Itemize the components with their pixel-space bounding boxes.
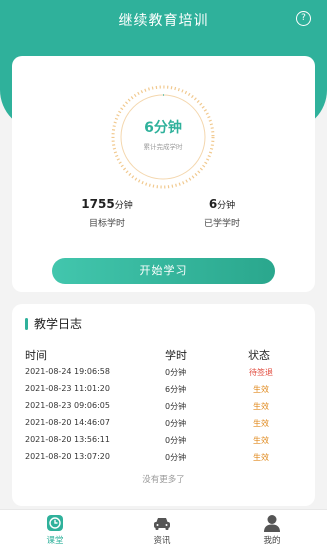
- user-icon: [264, 515, 280, 532]
- progress-ring-graphic: [111, 85, 215, 189]
- target-hours-label: 目标学时: [88, 219, 125, 229]
- row-time: 2021-08-23 11:01:20: [25, 384, 110, 393]
- completed-hours-value: 6分钟: [167, 197, 277, 211]
- row-time: 2021-08-20 14:46:07: [25, 418, 110, 427]
- row-hours: 0分钟: [165, 402, 187, 411]
- progress-label: 累计完成学时: [143, 143, 183, 151]
- page-title: 继续教育培训: [118, 13, 209, 29]
- completed-hours-unit: 分钟: [217, 201, 236, 211]
- column-header-time: 时间: [25, 349, 47, 362]
- row-status: 生效: [253, 385, 269, 394]
- table-row: 2021-08-20 13:07:20 0分钟 生效: [12, 452, 315, 468]
- table-row: 2021-08-24 19:06:58 0分钟 待签退: [12, 367, 315, 383]
- column-header-hours: 学时: [165, 349, 187, 362]
- no-more-text: 没有更多了: [142, 475, 185, 485]
- clock-icon: [47, 515, 63, 531]
- completed-hours-number: 6: [208, 197, 218, 211]
- tab-mine[interactable]: 我的: [242, 510, 302, 547]
- row-hours: 0分钟: [165, 419, 187, 428]
- tab-mine-label: 我的: [263, 536, 281, 546]
- target-hours-number: 1755: [81, 197, 115, 211]
- table-row: 2021-08-20 13:56:11 0分钟 生效: [12, 435, 315, 451]
- table-row: 2021-08-20 14:46:07 0分钟 生效: [12, 418, 315, 434]
- target-hours-unit: 分钟: [114, 201, 133, 211]
- row-time: 2021-08-20 13:07:20: [25, 452, 110, 461]
- tab-classroom[interactable]: 课堂: [25, 510, 85, 547]
- teaching-log-card: 教学日志 时间 学时 状态 2021-08-24 19:06:58 0分钟 待签…: [12, 304, 315, 506]
- teaching-log-title: 教学日志: [34, 317, 83, 331]
- target-hours-stat: 1755分钟 目标学时: [52, 197, 162, 229]
- car-icon: [154, 518, 170, 530]
- start-learning-button[interactable]: 开始学习: [52, 258, 275, 284]
- section-marker: [25, 318, 28, 330]
- progress-value: 6分钟: [144, 120, 182, 136]
- row-time: 2021-08-20 13:56:11: [25, 435, 110, 444]
- row-hours: 6分钟: [165, 385, 187, 394]
- progress-ring: 6分钟 累计完成学时: [109, 83, 217, 191]
- row-hours: 0分钟: [165, 436, 187, 445]
- help-circle-icon[interactable]: ?: [296, 11, 311, 26]
- progress-card: 6分钟 累计完成学时 1755分钟 目标学时 6分钟 已学学时 开始学习: [12, 56, 315, 292]
- column-header-status: 状态: [248, 349, 270, 362]
- table-row: 2021-08-23 11:01:20 6分钟 生效: [12, 384, 315, 400]
- row-status: 待签退: [249, 368, 273, 377]
- tab-classroom-label: 课堂: [46, 536, 64, 546]
- tab-news-label: 资讯: [153, 536, 171, 546]
- target-hours-value: 1755分钟: [52, 197, 162, 211]
- row-time: 2021-08-24 19:06:58: [25, 367, 110, 376]
- row-status: 生效: [253, 436, 269, 445]
- completed-hours-stat: 6分钟 已学学时: [167, 197, 277, 229]
- row-time: 2021-08-23 09:06:05: [25, 401, 110, 410]
- row-status: 生效: [253, 402, 269, 411]
- row-status: 生效: [253, 453, 269, 462]
- row-status: 生效: [253, 419, 269, 428]
- row-hours: 0分钟: [165, 368, 187, 377]
- row-hours: 0分钟: [165, 453, 187, 462]
- completed-hours-label: 已学学时: [203, 219, 240, 229]
- bottom-tab-bar: 课堂 资讯 我的: [0, 509, 327, 547]
- table-row: 2021-08-23 09:06:05 0分钟 生效: [12, 401, 315, 417]
- tab-news[interactable]: 资讯: [132, 510, 192, 547]
